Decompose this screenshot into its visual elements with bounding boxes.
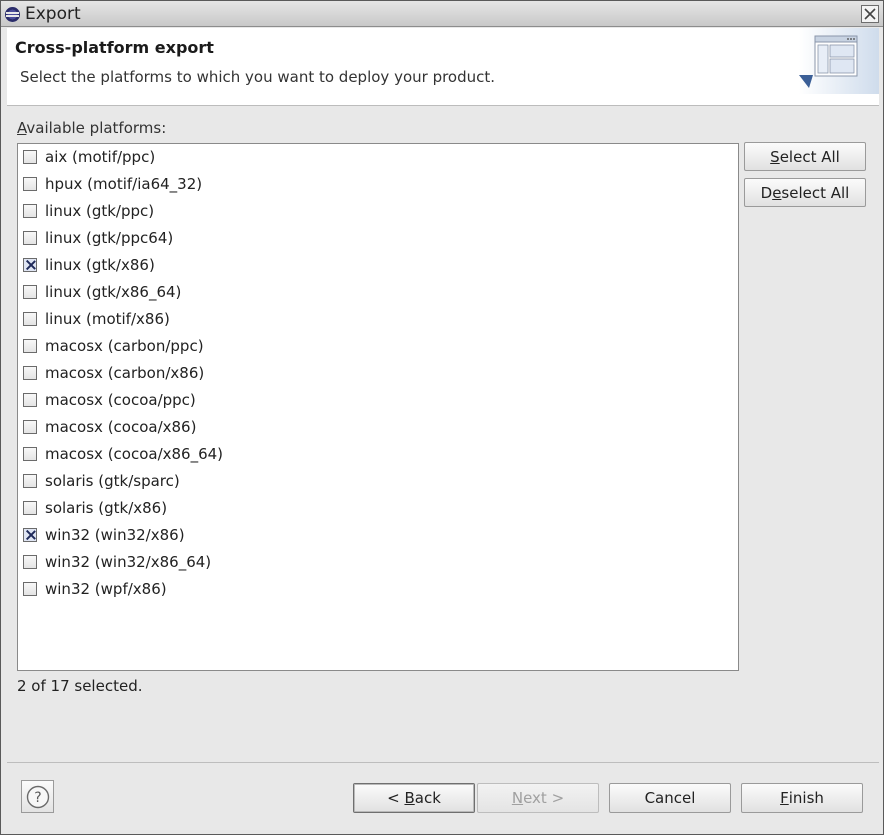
platform-list-item[interactable]: linux (gtk/ppc64) <box>22 226 173 250</box>
wizard-banner-icon <box>799 28 879 94</box>
back-button[interactable]: < Back <box>353 783 475 813</box>
platform-label: macosx (cocoa/ppc) <box>45 391 196 409</box>
selection-status: 2 of 17 selected. <box>17 677 143 695</box>
platform-checkbox[interactable] <box>23 204 37 218</box>
platform-list-item[interactable]: macosx (carbon/ppc) <box>22 334 204 358</box>
platform-list-item[interactable]: linux (gtk/x86) <box>22 253 155 277</box>
available-platforms-label: Available platforms: <box>17 119 167 137</box>
platform-label: macosx (carbon/x86) <box>45 364 205 382</box>
page-description: Select the platforms to which you want t… <box>20 68 496 86</box>
platform-checkbox[interactable] <box>23 528 37 542</box>
close-icon <box>864 8 876 20</box>
platform-checkbox[interactable] <box>23 474 37 488</box>
page-title: Cross-platform export <box>15 38 214 57</box>
platform-checkbox[interactable] <box>23 582 37 596</box>
export-dialog: Export Cross-platform export Select the … <box>0 0 884 835</box>
footer-separator <box>7 762 879 763</box>
select-all-button[interactable]: Select All <box>744 142 866 171</box>
platform-list-item[interactable]: win32 (win32/x86) <box>22 523 185 547</box>
platform-list-item[interactable]: macosx (cocoa/ppc) <box>22 388 196 412</box>
platform-label: hpux (motif/ia64_32) <box>45 175 203 193</box>
help-button[interactable]: ? <box>21 780 54 813</box>
platform-label: win32 (win32/x86_64) <box>45 553 212 571</box>
platform-list-item[interactable]: linux (gtk/ppc) <box>22 199 154 223</box>
eclipse-icon <box>5 7 20 22</box>
platform-checkbox[interactable] <box>23 150 37 164</box>
platform-checkbox[interactable] <box>23 231 37 245</box>
platform-list-item[interactable]: macosx (cocoa/x86) <box>22 415 196 439</box>
platform-label: win32 (win32/x86) <box>45 526 185 544</box>
platform-list-item[interactable]: linux (motif/x86) <box>22 307 170 331</box>
platform-label: linux (gtk/x86) <box>45 256 155 274</box>
wizard-content: Available platforms: aix (motif/ppc) hpux… <box>7 106 879 761</box>
platform-list-item[interactable]: hpux (motif/ia64_32) <box>22 172 202 196</box>
platform-checkbox[interactable] <box>23 447 37 461</box>
platform-list-item[interactable]: linux (gtk/x86_64) <box>22 280 181 304</box>
platform-label: solaris (gtk/sparc) <box>45 472 180 490</box>
help-icon: ? <box>26 785 49 808</box>
wizard-header: Cross-platform export Select the platfor… <box>7 28 879 106</box>
platform-checkbox[interactable] <box>23 339 37 353</box>
platform-list-item[interactable]: macosx (cocoa/x86_64) <box>22 442 223 466</box>
platform-list-item[interactable]: solaris (gtk/sparc) <box>22 469 180 493</box>
title-bar[interactable]: Export <box>1 1 883 27</box>
finish-button[interactable]: Finish <box>741 783 863 813</box>
platform-checkbox[interactable] <box>23 420 37 434</box>
platform-label: linux (gtk/x86_64) <box>45 283 182 301</box>
platform-list-item[interactable]: solaris (gtk/x86) <box>22 496 167 520</box>
deselect-all-button[interactable]: De select All <box>744 178 866 207</box>
platform-checkbox[interactable] <box>23 285 37 299</box>
platform-checkbox[interactable] <box>23 258 37 272</box>
platform-checkbox[interactable] <box>23 501 37 515</box>
platform-label: macosx (cocoa/x86_64) <box>45 445 224 463</box>
platform-list-item[interactable]: macosx (carbon/x86) <box>22 361 204 385</box>
svg-text:?: ? <box>34 790 41 806</box>
platforms-list[interactable]: aix (motif/ppc) hpux (motif/ia64_32)linux… <box>17 143 739 671</box>
window-title: Export <box>25 4 81 24</box>
platform-label: macosx (cocoa/x86) <box>45 418 197 436</box>
platform-label: macosx (carbon/ppc) <box>45 337 204 355</box>
platform-label: solaris (gtk/x86) <box>45 499 168 517</box>
platform-checkbox[interactable] <box>23 366 37 380</box>
platform-label: aix (motif/ppc) <box>45 148 156 166</box>
platform-list-item[interactable]: win32 (wpf/x86) <box>22 577 167 601</box>
platform-checkbox[interactable] <box>23 177 37 191</box>
close-button[interactable] <box>861 5 879 23</box>
platform-checkbox[interactable] <box>23 312 37 326</box>
platform-checkbox[interactable] <box>23 393 37 407</box>
platform-label: linux (gtk/ppc64) <box>45 229 174 247</box>
platform-checkbox[interactable] <box>23 555 37 569</box>
platform-label: win32 (wpf/x86) <box>45 580 167 598</box>
cancel-button[interactable]: Cancel <box>609 783 731 813</box>
platform-label: linux (motif/x86) <box>45 310 170 328</box>
platform-label: linux (gtk/ppc) <box>45 202 155 220</box>
platform-list-item[interactable]: win32 (win32/x86_64) <box>22 550 211 574</box>
next-button[interactable]: Next > <box>477 783 599 813</box>
platform-list-item[interactable]: aix (motif/ppc) <box>22 145 155 169</box>
